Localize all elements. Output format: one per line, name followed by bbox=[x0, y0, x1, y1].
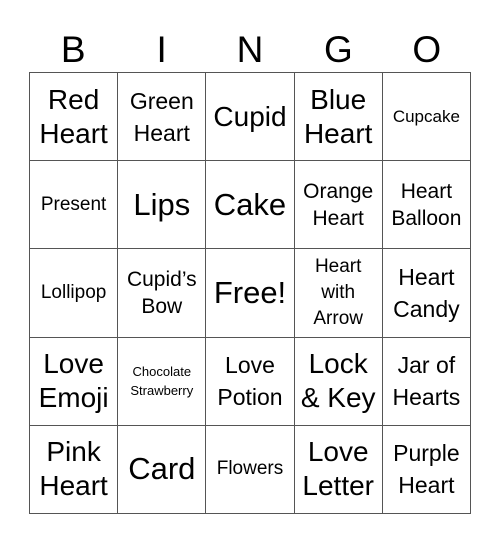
bingo-cell-label: Pink Heart bbox=[39, 436, 108, 502]
header-letter-i: I bbox=[156, 29, 167, 70]
bingo-cell-label: Red Heart bbox=[39, 83, 108, 149]
header-letter-n: N bbox=[236, 29, 264, 70]
bingo-cell-label: Cupid bbox=[213, 100, 287, 132]
bingo-cell-label: Cupcake bbox=[392, 106, 460, 126]
bingo-cell-n4[interactable]: Love Potion bbox=[206, 337, 295, 426]
bingo-cell-o5[interactable]: Purple Heart bbox=[382, 425, 471, 514]
bingo-cell-b1[interactable]: Red Heart bbox=[30, 73, 119, 162]
bingo-cell-g4[interactable]: Lock & Key bbox=[294, 337, 383, 426]
bingo-cell-label: Heart with Arrow bbox=[313, 255, 363, 329]
header-letter-o: O bbox=[412, 29, 442, 70]
bingo-cell-g5[interactable]: Love Letter bbox=[294, 425, 383, 514]
bingo-cell-label: Chocolate Strawberry bbox=[130, 364, 194, 399]
bingo-cell-label: Flowers bbox=[216, 458, 284, 480]
bingo-cell-label: Free! bbox=[213, 274, 287, 310]
header-letter-b: B bbox=[60, 29, 86, 70]
bingo-cell-o1[interactable]: Cupcake bbox=[382, 73, 471, 162]
bingo-cell-label: Lips bbox=[133, 186, 191, 222]
bingo-cell-label: Orange Heart bbox=[303, 179, 374, 230]
bingo-cell-b2[interactable]: Present bbox=[30, 161, 119, 250]
bingo-cell-i2[interactable]: Lips bbox=[118, 161, 207, 250]
bingo-cell-n2[interactable]: Cake bbox=[206, 161, 295, 250]
bingo-cell-n1[interactable]: Cupid bbox=[206, 73, 295, 162]
bingo-cell-i5[interactable]: Card bbox=[118, 425, 207, 514]
bingo-cell-label: Love Letter bbox=[302, 436, 374, 502]
bingo-cell-g3[interactable]: Heart with Arrow bbox=[294, 249, 383, 338]
bingo-cell-b5[interactable]: Pink Heart bbox=[30, 425, 119, 514]
bingo-cell-label: Lollipop bbox=[40, 281, 107, 303]
bingo-cell-n3[interactable]: Free! bbox=[206, 249, 295, 338]
bingo-cell-i3[interactable]: Cupid’s Bow bbox=[118, 249, 207, 338]
header-letter-g: G bbox=[324, 29, 353, 70]
bingo-cell-label: Purple Heart bbox=[393, 440, 460, 499]
bingo-header: B I N G O bbox=[29, 28, 471, 72]
bingo-cell-label: Card bbox=[128, 451, 196, 487]
bingo-cell-g1[interactable]: Blue Heart bbox=[294, 73, 383, 162]
bingo-cell-label: Blue Heart bbox=[303, 83, 373, 149]
bingo-cell-label: Present bbox=[40, 193, 107, 215]
bingo-cell-o3[interactable]: Heart Candy bbox=[382, 249, 471, 338]
bingo-cell-label: Heart Candy bbox=[393, 263, 460, 322]
bingo-cell-i1[interactable]: Green Heart bbox=[118, 73, 207, 162]
bingo-cell-n5[interactable]: Flowers bbox=[206, 425, 295, 514]
bingo-grid: Red Heart Green Heart Cupid Blue Heart Cupca… bbox=[29, 72, 471, 514]
bingo-cell-i4[interactable]: Chocolate Strawberry bbox=[118, 337, 207, 426]
bingo-cell-label: Cupid’s Bow bbox=[126, 267, 197, 318]
bingo-cell-label: Green Heart bbox=[129, 87, 194, 146]
bingo-cell-b4[interactable]: Love Emoji bbox=[30, 337, 119, 426]
bingo-cell-label: Jar of Hearts bbox=[392, 352, 461, 411]
bingo-cell-o2[interactable]: Heart Balloon bbox=[382, 161, 471, 250]
bingo-cell-label: Love Potion bbox=[217, 352, 283, 411]
bingo-cell-b3[interactable]: Lollipop bbox=[30, 249, 119, 338]
bingo-cell-g2[interactable]: Orange Heart bbox=[294, 161, 383, 250]
bingo-cell-label: Love Emoji bbox=[38, 348, 109, 414]
bingo-cell-label: Lock & Key bbox=[300, 348, 376, 414]
bingo-cell-label: Cake bbox=[213, 186, 287, 222]
bingo-cell-label: Heart Balloon bbox=[391, 179, 462, 230]
bingo-cell-o4[interactable]: Jar of Hearts bbox=[382, 337, 471, 426]
